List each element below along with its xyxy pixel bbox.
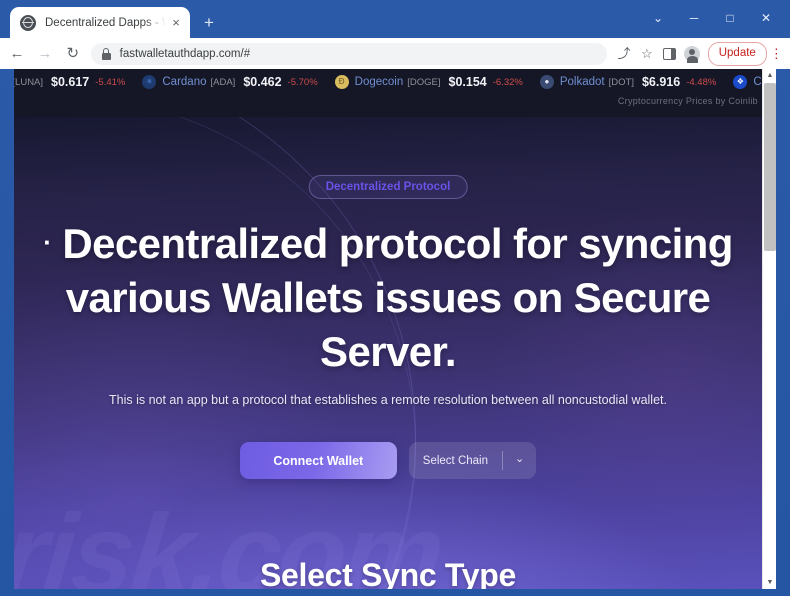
tab-title: Decentralized Dapps - We are un bbox=[45, 16, 166, 29]
tab-strip: Decentralized Dapps - We are un × + ⌄ ─ … bbox=[0, 0, 790, 38]
coin-price: $0.617 bbox=[51, 75, 90, 89]
coin-icon: Ð bbox=[334, 75, 349, 89]
ticker-coin[interactable]: Ð Dogecoin [DOGE] $0.154 -6.32% bbox=[334, 75, 523, 89]
new-tab-button[interactable]: + bbox=[198, 12, 220, 34]
headline-bullet: · bbox=[43, 227, 52, 257]
protocol-badge: Decentralized Protocol bbox=[308, 175, 468, 199]
ticker-coin[interactable]: ✳ Cardano [ADA] $0.462 -5.70% bbox=[142, 75, 318, 89]
minimize-button[interactable]: ─ bbox=[676, 4, 712, 32]
tab-search-icon[interactable]: ⌄ bbox=[640, 4, 676, 32]
coin-change: -5.41% bbox=[95, 76, 126, 88]
coin-symbol: [DOGE] bbox=[407, 76, 441, 88]
url-text: fastwalletauthdapp.com/# bbox=[119, 47, 251, 60]
browser-tab[interactable]: Decentralized Dapps - We are un × bbox=[10, 7, 190, 38]
ticker-coin[interactable]: a[LUNA]$0.617-5.41% bbox=[14, 75, 125, 89]
select-chain-dropdown[interactable]: Select Chain ⌄ bbox=[408, 442, 537, 479]
globe-icon bbox=[20, 14, 36, 31]
coin-name: Dogecoin bbox=[354, 76, 404, 88]
close-icon[interactable]: × bbox=[168, 15, 184, 31]
coin-icon: ❖ bbox=[733, 75, 748, 89]
browser-toolbar: ← → ↻ fastwalletauthdapp.com/# ⤴ ☆ Updat… bbox=[0, 38, 790, 69]
coin-name: Cardano bbox=[162, 76, 207, 88]
back-button[interactable]: ← bbox=[6, 40, 28, 68]
scroll-up-arrow[interactable]: ▲ bbox=[763, 69, 776, 82]
coin-symbol: [LUNA] bbox=[14, 76, 44, 88]
side-panel-icon[interactable] bbox=[660, 42, 679, 66]
coin-name: Polkadot bbox=[559, 76, 605, 88]
coin-icon: ● bbox=[539, 75, 554, 89]
ticker-credit: Cryptocurrency Prices by Coinlib bbox=[617, 96, 758, 106]
page-viewport: a[LUNA]$0.617-5.41%✳Cardano[ADA]$0.462-5… bbox=[14, 69, 776, 589]
coin-change: -6.32% bbox=[492, 76, 523, 88]
forward-button[interactable]: → bbox=[34, 40, 56, 68]
maximize-button[interactable]: □ bbox=[712, 4, 748, 32]
update-button[interactable]: Update bbox=[707, 41, 767, 66]
reload-button[interactable]: ↻ bbox=[62, 40, 84, 68]
hero-section: risk.com Decentralized Protocol · Decent… bbox=[14, 117, 762, 589]
connect-wallet-button[interactable]: Connect Wallet bbox=[239, 442, 397, 479]
close-window-button[interactable]: ✕ bbox=[748, 4, 784, 32]
browser-window: Decentralized Dapps - We are un × + ⌄ ─ … bbox=[0, 0, 790, 596]
hero-actions: Connect Wallet Select Chain ⌄ bbox=[14, 442, 762, 479]
bookmark-star-icon[interactable]: ☆ bbox=[637, 42, 656, 66]
scrollbar-thumb[interactable] bbox=[764, 83, 776, 251]
ticker-coin[interactable]: ● Polkadot [DOT] $6.916 -4.48% bbox=[539, 75, 717, 89]
avatar[interactable] bbox=[683, 42, 702, 66]
ticker-row: a[LUNA]$0.617-5.41%✳Cardano[ADA]$0.462-5… bbox=[14, 69, 762, 95]
coin-change: -4.48% bbox=[686, 76, 717, 88]
coin-symbol: [DOT] bbox=[608, 76, 634, 88]
hero-subtitle: This is not an app but a protocol that e… bbox=[109, 393, 667, 407]
coin-change: -5.70% bbox=[287, 76, 318, 88]
page-title: · Decentralized protocol for syncing var… bbox=[20, 215, 756, 379]
coin-price: $0.154 bbox=[448, 75, 487, 89]
window-controls: ⌄ ─ □ ✕ bbox=[640, 4, 784, 32]
coin-price: $6.916 bbox=[641, 75, 681, 89]
dropdown-divider bbox=[502, 451, 503, 470]
coin-name: Crypto.com Chain bbox=[753, 76, 762, 88]
headline-text: Decentralized protocol for syncing vario… bbox=[62, 220, 733, 375]
ticker-coin[interactable]: ❖Crypto.com Chain[CR bbox=[733, 75, 762, 89]
scroll-down-arrow[interactable]: ▼ bbox=[763, 576, 776, 589]
coin-symbol: [ADA] bbox=[210, 76, 236, 88]
chevron-down-icon[interactable]: ⌄ bbox=[515, 454, 524, 467]
crypto-ticker-bar[interactable]: a[LUNA]$0.617-5.41%✳Cardano[ADA]$0.462-5… bbox=[14, 69, 762, 117]
share-icon[interactable]: ⤴ bbox=[615, 42, 634, 66]
coin-price: $0.462 bbox=[243, 75, 282, 89]
section-title-select-sync-type: Select Sync Type bbox=[259, 557, 517, 589]
select-chain-label: Select Chain bbox=[422, 454, 488, 467]
lock-icon bbox=[101, 48, 112, 60]
page-scrollbar[interactable]: ▲ ▼ bbox=[762, 69, 776, 589]
browser-menu-icon[interactable]: ⋮ bbox=[768, 41, 785, 67]
coin-icon: ✳ bbox=[142, 75, 157, 89]
address-bar[interactable]: fastwalletauthdapp.com/# bbox=[90, 42, 607, 65]
